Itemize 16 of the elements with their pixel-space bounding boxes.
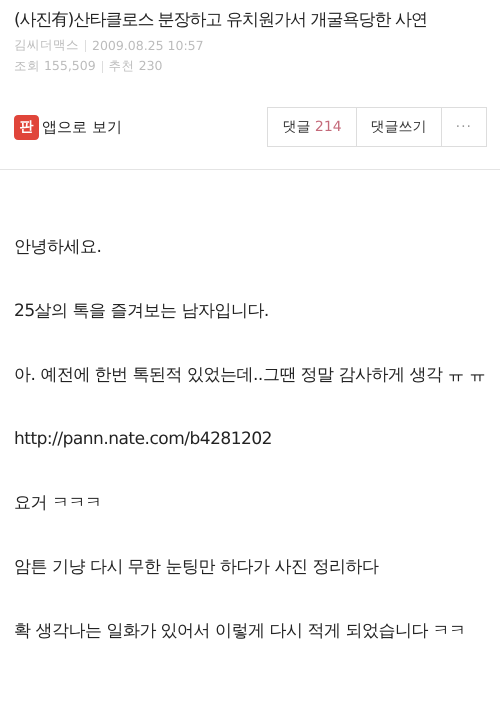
post-date: 2009.08.25 10:57 xyxy=(92,38,204,53)
paragraph: 요거 ㅋㅋㅋ xyxy=(14,492,102,515)
write-comment-button[interactable]: 댓글쓰기 xyxy=(356,107,442,147)
view-count: 조회 155,509 xyxy=(14,58,96,75)
post-title: (사진有)산타클로스 분장하고 유치원가서 개굴욕당한 사연 xyxy=(14,9,428,31)
app-icon[interactable]: 판 xyxy=(14,114,39,140)
paragraph: 아. 예전에 한번 톡된적 있었는데..그땐 정말 감사하게 생각 ㅠ ㅠ xyxy=(14,364,486,387)
paragraph: 확 생각나는 일화가 있어서 이렇게 다시 적게 되었습니다 ㅋㅋ xyxy=(14,620,467,643)
paragraph: http://pann.nate.com/b4281202 xyxy=(14,428,273,451)
paragraph: 암튼 기냥 다시 무한 눈팅만 하다가 사진 정리하다 xyxy=(14,556,380,579)
paragraph: 25살의 톡을 즐겨보는 남자입니다. xyxy=(14,300,270,323)
app-link[interactable]: 앱으로 보기 xyxy=(42,118,122,136)
recommend-count: 추천 230 xyxy=(108,58,163,75)
author-name: 김씨더맥스 xyxy=(14,37,79,54)
paragraph: 안녕하세요. xyxy=(14,236,102,259)
comments-button[interactable]: 댓글 214 xyxy=(267,107,357,147)
